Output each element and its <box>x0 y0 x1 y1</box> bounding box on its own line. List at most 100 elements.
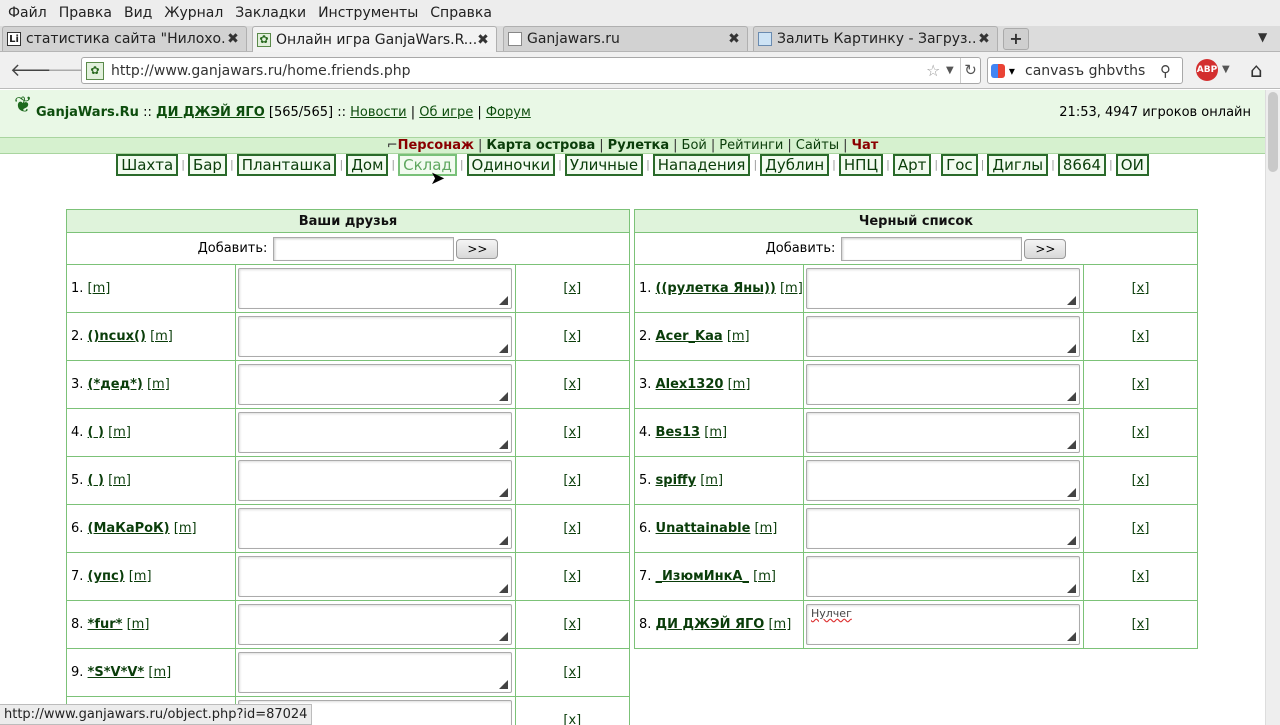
resize-grip-icon[interactable] <box>1066 584 1076 593</box>
menu-island-map[interactable]: Карта острова <box>486 138 595 153</box>
resize-grip-icon[interactable] <box>498 632 508 641</box>
mail-link[interactable]: [m] <box>727 329 750 344</box>
news-link[interactable]: Новости <box>350 105 407 120</box>
player-nick-link[interactable]: ДИ ДЖЭЙ ЯГО <box>656 617 765 632</box>
note-textarea[interactable] <box>805 364 1080 405</box>
sublink-button[interactable]: Дублин <box>760 154 830 176</box>
mail-link[interactable]: [m] <box>148 665 171 680</box>
note-textarea[interactable] <box>237 268 512 309</box>
player-nick-link[interactable]: Bes13 <box>656 425 701 440</box>
player-nick-link[interactable]: ( ) <box>88 425 104 440</box>
sublink-button[interactable]: 8664 <box>1057 154 1107 176</box>
sublink-button[interactable]: Планташка <box>236 154 337 176</box>
search-bar[interactable]: ▾ canvasъ ghbvths ⚲ <box>987 57 1183 84</box>
resize-grip-icon[interactable] <box>1066 632 1076 641</box>
delete-link[interactable]: [x] <box>1132 617 1150 632</box>
delete-link[interactable]: [x] <box>1132 425 1150 440</box>
resize-grip-icon[interactable] <box>498 680 508 689</box>
sublink-button[interactable]: Диглы <box>987 154 1049 176</box>
note-textarea[interactable] <box>805 508 1080 549</box>
note-textarea[interactable] <box>237 460 512 501</box>
forum-link[interactable]: Форум <box>486 105 531 120</box>
sublink-button[interactable]: Одиночки <box>466 154 556 176</box>
tab-ganjawars-game[interactable]: ✿ Онлайн игра GanjaWars.R... ✖ <box>252 26 497 52</box>
resize-grip-icon[interactable] <box>1066 296 1076 305</box>
resize-grip-icon[interactable] <box>1066 344 1076 353</box>
mail-link[interactable]: [m] <box>700 473 723 488</box>
delete-link[interactable]: [x] <box>563 377 581 392</box>
player-nick-link[interactable]: _ИзюмИнкА_ <box>656 569 749 584</box>
menu-fight[interactable]: Бой <box>682 138 707 153</box>
delete-link[interactable]: [x] <box>1132 329 1150 344</box>
mail-link[interactable]: [m] <box>129 569 152 584</box>
delete-link[interactable]: [x] <box>563 617 581 632</box>
note-textarea[interactable] <box>237 412 512 453</box>
player-nick-link[interactable]: ((рулетка Яны)) <box>656 281 776 296</box>
url-text[interactable]: http://www.ganjawars.ru/home.friends.php <box>111 63 926 79</box>
adblock-dropdown-icon[interactable]: ▼ <box>1222 64 1230 75</box>
sublink-button[interactable]: Дом <box>346 154 389 176</box>
resize-grip-icon[interactable] <box>498 488 508 497</box>
note-textarea[interactable] <box>805 268 1080 309</box>
resize-grip-icon[interactable] <box>1066 440 1076 449</box>
menu-item[interactable]: Файл <box>6 5 49 21</box>
delete-link[interactable]: [x] <box>563 569 581 584</box>
sublink-button[interactable]: ОИ <box>1115 154 1149 176</box>
delete-link[interactable]: [x] <box>563 713 581 725</box>
menu-sites[interactable]: Сайты <box>796 138 839 153</box>
scrollbar-thumb[interactable] <box>1268 92 1278 172</box>
mail-link[interactable]: [m] <box>108 473 131 488</box>
delete-link[interactable]: [x] <box>563 281 581 296</box>
search-icon[interactable]: ⚲ <box>1160 62 1182 80</box>
sublink-button[interactable]: Бар <box>187 154 227 176</box>
note-textarea[interactable] <box>237 604 512 645</box>
resize-grip-icon[interactable] <box>498 344 508 353</box>
note-textarea[interactable] <box>237 652 512 693</box>
note-textarea[interactable]: Нулчег <box>805 604 1080 645</box>
resize-grip-icon[interactable] <box>1066 488 1076 497</box>
player-nick-link[interactable]: (*дед*) <box>88 377 143 392</box>
delete-link[interactable]: [x] <box>1132 521 1150 536</box>
sublink-button[interactable]: Гос <box>941 154 978 176</box>
note-textarea[interactable] <box>237 508 512 549</box>
delete-link[interactable]: [x] <box>1132 473 1150 488</box>
player-nick-link[interactable]: (упс) <box>88 569 125 584</box>
mail-link[interactable]: [m] <box>755 521 778 536</box>
sublink-button[interactable]: Нападения <box>652 154 751 176</box>
tab-list-chevron-icon[interactable]: ▼ <box>1258 30 1267 44</box>
resize-grip-icon[interactable] <box>1066 536 1076 545</box>
mail-link[interactable]: [m] <box>88 281 111 296</box>
player-nick-link[interactable]: *S*V*V* <box>88 665 145 680</box>
menu-character[interactable]: Персонаж <box>398 138 474 153</box>
sublink-button[interactable]: Склад <box>398 154 457 176</box>
menu-item[interactable]: Журнал <box>162 5 225 21</box>
reload-icon[interactable]: ↻ <box>960 58 980 83</box>
delete-link[interactable]: [x] <box>563 665 581 680</box>
player-nick-link[interactable]: ( ) <box>88 473 104 488</box>
player-nick-link[interactable]: Unattainable <box>656 521 751 536</box>
menu-chat[interactable]: Чат <box>851 138 878 153</box>
menu-roulette[interactable]: Рулетка <box>608 138 669 153</box>
page-scrollbar[interactable] <box>1265 90 1280 725</box>
delete-link[interactable]: [x] <box>563 425 581 440</box>
url-bar[interactable]: ✿ http://www.ganjawars.ru/home.friends.p… <box>81 57 981 84</box>
add-friend-input[interactable] <box>273 236 455 261</box>
mail-link[interactable]: [m] <box>150 329 173 344</box>
delete-link[interactable]: [x] <box>563 521 581 536</box>
home-icon[interactable]: ⌂ <box>1250 58 1263 82</box>
url-history-dropdown-icon[interactable]: ▼ <box>946 65 960 76</box>
mail-link[interactable]: [m] <box>174 521 197 536</box>
player-nick-link[interactable]: spiffy <box>656 473 697 488</box>
player-nick-link[interactable]: Alex1320 <box>656 377 724 392</box>
close-tab-icon[interactable]: ✖ <box>476 32 490 48</box>
note-textarea[interactable] <box>805 412 1080 453</box>
resize-grip-icon[interactable] <box>498 296 508 305</box>
menu-ratings[interactable]: Рейтинги <box>719 138 783 153</box>
sublink-button[interactable]: Арт <box>892 154 932 176</box>
mail-link[interactable]: [m] <box>780 281 803 296</box>
mail-link[interactable]: [m] <box>753 569 776 584</box>
resize-grip-icon[interactable] <box>1066 392 1076 401</box>
note-textarea[interactable] <box>237 316 512 357</box>
search-input[interactable]: canvasъ ghbvths <box>1017 63 1160 79</box>
close-tab-icon[interactable]: ✖ <box>727 31 741 47</box>
